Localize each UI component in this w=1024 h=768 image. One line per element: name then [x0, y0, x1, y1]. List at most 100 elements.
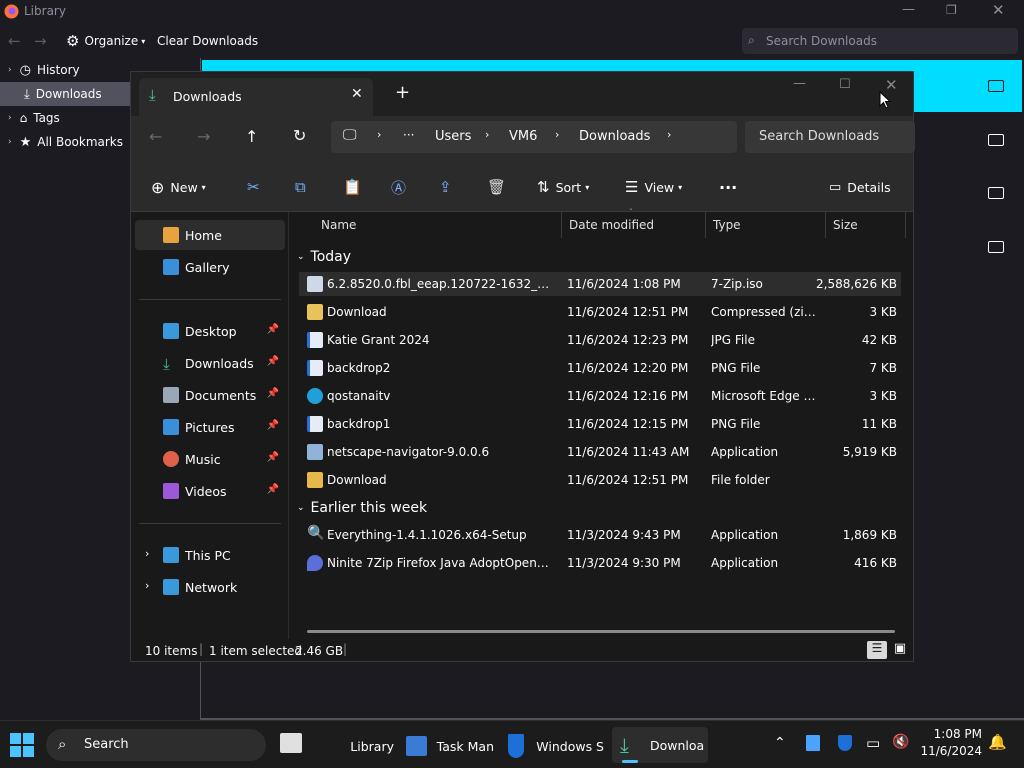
chevron-down-icon: ⌄: [297, 252, 305, 262]
task-view-icon[interactable]: [280, 733, 302, 753]
search-input[interactable]: Search Downloads: [745, 121, 915, 153]
taskbar-search[interactable]: ⌕ Search: [46, 729, 266, 761]
copy-icon[interactable]: ⧉: [295, 174, 306, 200]
column-header-size[interactable]: Size: [833, 218, 858, 232]
column-divider[interactable]: [905, 212, 906, 238]
restore-icon[interactable]: ❐: [946, 3, 957, 17]
taskbar-app-label: Windows S: [536, 738, 604, 754]
nav-item-videos[interactable]: Videos 📌: [135, 476, 285, 506]
breadcrumb-downloads[interactable]: Downloads: [579, 129, 650, 144]
pin-icon[interactable]: 📌: [267, 356, 279, 367]
table-row[interactable]: backdrop1 11/6/2024 12:15 PM PNG File 11…: [299, 412, 901, 436]
nav-item-home[interactable]: Home: [135, 220, 285, 250]
tiles-view-icon[interactable]: ▣: [891, 641, 909, 659]
close-icon[interactable]: ✕: [992, 1, 1005, 19]
horizontal-scrollbar[interactable]: [307, 630, 895, 633]
column-divider[interactable]: [561, 212, 562, 238]
security-warning-icon[interactable]: [838, 735, 852, 751]
close-tab-icon[interactable]: ✕: [351, 86, 363, 102]
forward-icon[interactable]: →: [197, 127, 210, 146]
library-search-input[interactable]: ⌕ Search Downloads: [742, 28, 1018, 54]
maximize-icon[interactable]: ☐: [839, 77, 851, 92]
table-row[interactable]: netscape-navigator-9.0.0.6 11/6/2024 11:…: [299, 440, 901, 464]
sort-button[interactable]: ⇅ Sort ▾: [537, 174, 589, 200]
column-header-type[interactable]: Type: [713, 218, 741, 232]
column-header-name[interactable]: Name: [321, 218, 356, 232]
folder-icon[interactable]: [988, 134, 1004, 146]
group-label: Today: [310, 249, 352, 265]
share-icon[interactable]: ⇪: [439, 174, 452, 200]
taskbar-app-downloads[interactable]: ⤓ Downloa: [612, 727, 708, 763]
view-button[interactable]: ☰ View ▾: [625, 174, 682, 200]
new-button[interactable]: ⊕ New ▾: [151, 174, 206, 200]
details-button[interactable]: ▭ Details: [829, 174, 891, 200]
breadcrumb-vm6[interactable]: VM6: [509, 129, 537, 144]
clock[interactable]: 1:08 PM 11/6/2024: [918, 727, 982, 758]
table-row[interactable]: qostanaitv 11/6/2024 12:16 PM Microsoft …: [299, 384, 901, 408]
back-icon[interactable]: ←: [149, 127, 162, 146]
clear-downloads-button[interactable]: Clear Downloads: [157, 34, 258, 48]
minimize-icon[interactable]: —: [902, 2, 915, 17]
table-row[interactable]: 6.2.8520.0.fbl_eeap.120722-1632_woafre_.…: [299, 272, 901, 296]
column-divider[interactable]: [825, 212, 826, 238]
delete-icon[interactable]: 🗑: [487, 174, 506, 200]
nav-item-pictures[interactable]: Pictures 📌: [135, 412, 285, 442]
table-row[interactable]: Download 11/6/2024 12:51 PM Compressed (…: [299, 300, 901, 324]
view-label: View: [644, 179, 675, 195]
nav-item-desktop[interactable]: Desktop 📌: [135, 316, 285, 346]
pin-icon[interactable]: 📌: [267, 420, 279, 431]
organize-button[interactable]: ⚙ Organize ▾: [66, 32, 145, 50]
notification-bell-icon[interactable]: 🔔: [988, 733, 1007, 751]
table-row[interactable]: Ninite 7Zip Firefox Java AdoptOpenJDK x.…: [299, 551, 901, 575]
paste-icon[interactable]: 📋: [343, 174, 362, 200]
organize-label: Organize: [84, 34, 139, 48]
column-header-date[interactable]: Date modified: [569, 218, 654, 232]
group-header-earlier-this-week[interactable]: ⌄ Earlier this week: [297, 497, 427, 519]
downloads-icon: ⤓: [620, 733, 629, 757]
nav-item-documents[interactable]: Documents 📌: [135, 380, 285, 410]
address-bar[interactable]: 🖵 › ··· Users › VM6 › Downloads ›: [331, 121, 737, 153]
up-icon[interactable]: ↑: [245, 127, 258, 146]
nav-item-gallery[interactable]: Gallery: [135, 252, 285, 282]
minimize-icon[interactable]: —: [793, 76, 806, 91]
chevron-up-icon[interactable]: ⌃: [774, 735, 786, 751]
table-row[interactable]: Katie Grant 2024 11/6/2024 12:23 PM JPG …: [299, 328, 901, 352]
refresh-icon[interactable]: ↻: [293, 126, 306, 145]
installer-icon: [307, 444, 323, 460]
pin-icon[interactable]: 📌: [267, 388, 279, 399]
column-divider[interactable]: [705, 212, 706, 238]
folder-icon[interactable]: [988, 80, 1004, 92]
tab-downloads[interactable]: ⤓ Downloads ✕: [139, 78, 373, 116]
folder-icon[interactable]: [988, 241, 1004, 253]
display-icon[interactable]: ▭: [866, 734, 880, 752]
taskbar-app-windows-security[interactable]: Windows S: [508, 731, 604, 761]
taskbar-app-library[interactable]: Library: [320, 731, 394, 761]
pin-icon[interactable]: 📌: [267, 324, 279, 335]
speaker-muted-icon[interactable]: 🔇: [892, 734, 909, 750]
cut-icon[interactable]: ✂: [247, 174, 260, 200]
forward-icon[interactable]: →: [34, 32, 47, 50]
new-tab-button[interactable]: +: [395, 82, 410, 103]
explorer-window: ⤓ Downloads ✕ + — ☐ ✕ ← → ↑ ↻ 🖵 › ··· Us…: [130, 71, 915, 662]
group-header-today[interactable]: ⌄ Today: [297, 246, 351, 268]
more-options-button[interactable]: ···: [719, 174, 737, 200]
divider: |: [343, 642, 348, 656]
table-row[interactable]: Download 11/6/2024 12:51 PM File folder: [299, 468, 901, 492]
table-row[interactable]: 🔍 Everything-1.4.1.1026.x64-Setup 11/3/2…: [299, 523, 901, 547]
nav-item-this-pc[interactable]: › This PC: [135, 540, 285, 570]
back-icon[interactable]: ←: [8, 32, 21, 50]
taskbar-app-task-manager[interactable]: Task Man: [406, 731, 494, 761]
folder-icon[interactable]: [988, 187, 1004, 199]
table-row[interactable]: backdrop2 11/6/2024 12:20 PM PNG File 7 …: [299, 356, 901, 380]
details-view-icon[interactable]: ☰: [867, 641, 887, 659]
rename-icon[interactable]: Ⓐ: [391, 174, 406, 200]
breadcrumb-users[interactable]: Users: [435, 129, 471, 144]
pin-icon[interactable]: 📌: [267, 452, 279, 463]
usb-drive-icon[interactable]: [806, 735, 820, 751]
nav-item-music[interactable]: Music 📌: [135, 444, 285, 474]
pin-icon[interactable]: 📌: [267, 484, 279, 495]
breadcrumb-more[interactable]: ···: [403, 128, 414, 142]
nav-item-network[interactable]: › Network: [135, 572, 285, 602]
nav-item-downloads[interactable]: ⤓ Downloads 📌: [135, 348, 285, 378]
start-button[interactable]: [10, 733, 34, 757]
